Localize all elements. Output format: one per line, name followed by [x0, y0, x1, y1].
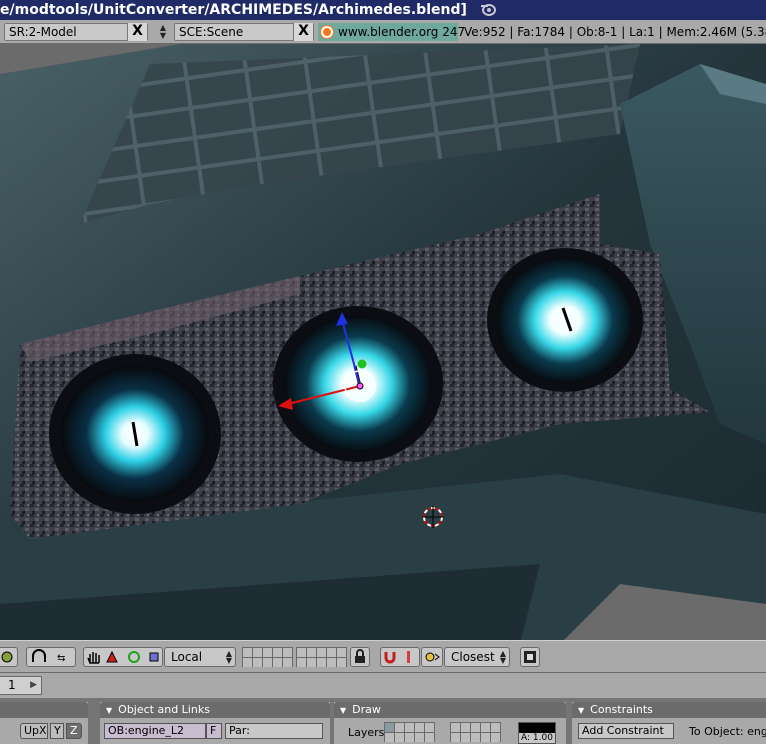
panel-title-draw: Draw [352, 703, 381, 716]
fake-user-label: F [210, 724, 217, 737]
play-icon[interactable]: ▶ [30, 677, 37, 694]
render-icon [524, 651, 536, 663]
panel-constraints: ▼ Constraints Add Constraint To Object: e… [572, 702, 766, 744]
blender-logo-icon [480, 4, 496, 16]
hand-icon [87, 652, 100, 664]
object-name-field[interactable]: OB:engine_L2 [104, 723, 206, 739]
panel-title-object-links: Object and Links [118, 703, 210, 716]
3d-view-header: ⇆ Local ▲ ▼ Closest ▲ ▼ [0, 640, 766, 672]
scene-browse-arrows[interactable]: ▲ ▼ [156, 23, 170, 41]
upx-label: UpX [24, 724, 47, 737]
lock-icon [355, 649, 365, 663]
collapse-triangle-icon[interactable]: ▼ [106, 706, 112, 715]
snap-icon [425, 652, 440, 662]
info-header: SR:2-Model X ▲ ▼ SCE:Scene X www.blender.… [0, 20, 766, 44]
layers-label: Layers [348, 726, 385, 739]
blender-org-label: www.blender.org 247 [338, 25, 466, 39]
buttons-panels-area: UpX Y Z ▼ Object and Links OB:engine_L2 F… [0, 698, 766, 744]
panel-header-constraints[interactable]: ▼ Constraints [572, 702, 766, 718]
snap-mode-value: Closest [451, 650, 495, 664]
magnet-icon [384, 651, 410, 664]
pivot-icon: ⇆ [32, 649, 65, 664]
3d-viewport[interactable] [0, 44, 766, 640]
scale-icon [106, 650, 118, 663]
chevron-updown-icon: ▲ ▼ [499, 649, 506, 665]
alpha-color-swatch[interactable]: A: 1.00 [518, 722, 556, 744]
panel-title-constraints: Constraints [590, 703, 653, 716]
orientation-value: Local [171, 650, 203, 664]
viewport-render[interactable] [0, 44, 766, 640]
chevron-updown-icon: ▲ ▼ [225, 649, 232, 665]
close-icon[interactable]: X [127, 23, 147, 41]
object-name-value: OB:engine_L2 [108, 724, 185, 737]
add-constraint-label: Add Constraint [582, 724, 664, 737]
z-axis-button[interactable]: Z [66, 723, 82, 739]
scene-stats: Ve:952 | Fa:1784 | Ob:8-1 | La:1 | Mem:2… [464, 25, 766, 39]
parent-field[interactable]: Par: [225, 723, 323, 739]
upx-button[interactable]: UpX [20, 723, 48, 739]
blender-org-link[interactable]: www.blender.org 247 [318, 23, 465, 41]
alpha-value: A: 1.00 [519, 733, 555, 743]
scene-selector[interactable]: SCE:Scene X [174, 23, 314, 41]
screen-selector[interactable]: SR:2-Model X [4, 23, 148, 41]
panel-header-draw[interactable]: ▼ Draw [334, 702, 566, 718]
y-axis-button[interactable]: Y [50, 723, 64, 739]
scene-name: SCE:Scene [179, 25, 244, 39]
collapse-triangle-icon[interactable]: ▼ [578, 706, 584, 715]
object-layers-a[interactable] [384, 722, 435, 742]
screen-name: SR:2-Model [9, 25, 77, 39]
panel-object-and-links: ▼ Object and Links OB:engine_L2 F Par: [100, 702, 330, 744]
proportional-edit-button[interactable] [380, 647, 420, 667]
parent-label: Par: [229, 724, 250, 737]
snap-mode-select[interactable]: Closest ▲ ▼ [444, 647, 510, 667]
panel-draw: ▼ Draw Layers A: 1.00 [334, 702, 566, 744]
layer-buttons-b[interactable] [296, 647, 347, 667]
current-frame-value: 1 [8, 678, 16, 692]
object-layers-b[interactable] [450, 722, 501, 742]
manipulator-icons [87, 650, 159, 664]
render-preview-button[interactable] [520, 647, 540, 667]
window-title: e/modtools/UnitConverter/ARCHIMEDES/Arch… [0, 2, 467, 18]
svg-text:⇆: ⇆ [57, 653, 65, 664]
panel-header-object-links[interactable]: ▼ Object and Links [100, 702, 330, 718]
buttons-window-header: 1 ▶ [0, 672, 766, 698]
manipulator-buttons[interactable] [83, 647, 163, 667]
rotate-icon [128, 651, 140, 663]
current-frame-field[interactable]: 1 ▶ [0, 676, 42, 695]
shading-sphere-icon [1, 651, 13, 663]
fake-user-button[interactable]: F [206, 723, 222, 739]
lock-layers-button[interactable] [350, 647, 370, 667]
shading-mode-button[interactable] [0, 647, 18, 667]
y-label: Y [54, 724, 61, 737]
z-label: Z [70, 724, 78, 737]
panel-head [0, 702, 88, 718]
pivot-point-button[interactable]: ⇆ [26, 647, 76, 667]
close-icon[interactable]: X [293, 23, 313, 41]
layer-buttons-a[interactable] [242, 647, 293, 667]
transform-orientation-select[interactable]: Local ▲ ▼ [164, 647, 236, 667]
panel-view-axis: UpX Y Z [0, 702, 88, 744]
snap-button[interactable] [421, 647, 443, 667]
window-title-bar: e/modtools/UnitConverter/ARCHIMEDES/Arch… [0, 0, 766, 20]
to-object-label: To Object: engine_L2 [689, 725, 766, 738]
blender-logo-icon [321, 26, 333, 38]
collapse-triangle-icon[interactable]: ▼ [340, 706, 346, 715]
add-constraint-button[interactable]: Add Constraint [578, 723, 674, 739]
